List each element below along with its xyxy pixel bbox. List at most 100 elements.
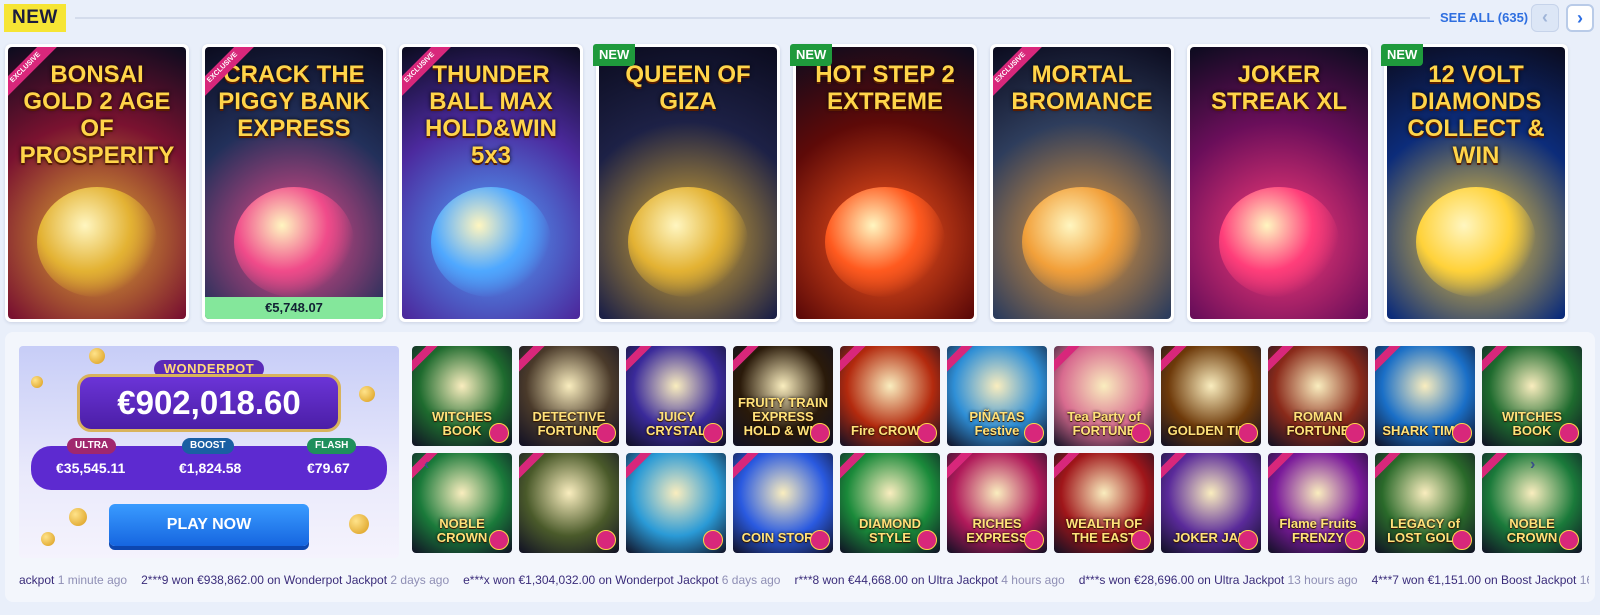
exclusive-ribbon — [1375, 453, 1407, 485]
game-art-icon — [825, 187, 945, 297]
winner-text: e***x won €1,304,032.00 on Wonderpot Jac… — [463, 573, 719, 587]
game-tile[interactable] — [519, 453, 619, 553]
game-thumbnail: HOT STEP 2 EXTREME — [796, 47, 974, 319]
game-card[interactable]: MORTAL BROMANCE EXCLUSIVE — [990, 44, 1174, 322]
section-title: NEW — [4, 4, 66, 32]
exclusive-ribbon — [1482, 453, 1514, 485]
game-title: QUEEN OF GIZA — [625, 61, 751, 115]
exclusive-ribbon — [840, 346, 872, 378]
exclusive-ribbon — [733, 453, 765, 485]
game-art-icon — [431, 187, 551, 297]
bonus-badge-icon — [596, 530, 616, 550]
exclusive-ribbon — [1161, 346, 1193, 378]
header-divider — [75, 17, 1430, 19]
wonderpot-banner[interactable]: WONDERPOT €902,018.60 ULTRA BOOST FLASH … — [19, 346, 399, 558]
game-tile[interactable]: ROMAN FORTUNE — [1268, 346, 1368, 446]
exclusive-ribbon — [947, 346, 979, 378]
game-tile[interactable]: JUICY CRYSTAL — [626, 346, 726, 446]
game-tile[interactable]: SHARK TIME! — [1375, 346, 1475, 446]
bonus-badge-icon — [1559, 530, 1579, 550]
game-thumbnail: THUNDER BALL MAX HOLD&WIN 5x3 EXCLUSIVE — [402, 47, 580, 319]
next-arrow-button[interactable]: › — [1566, 4, 1594, 32]
new-tag: NEW — [790, 44, 833, 66]
game-tile[interactable]: Fire CROWN — [840, 346, 940, 446]
exclusive-ribbon — [1054, 453, 1086, 485]
ticker-entry: ackpot 1 minute ago — [19, 570, 127, 590]
winner-text: d***s won €28,696.00 on Ultra Jackpot — [1078, 573, 1285, 587]
grid-prev-arrow[interactable]: ‹ — [424, 456, 429, 474]
game-tile[interactable] — [626, 453, 726, 553]
win-time: 6 days ago — [721, 573, 781, 587]
game-tile[interactable]: GOLDEN TILL — [1161, 346, 1261, 446]
coin-icon — [349, 514, 369, 534]
winner-text: 2***9 won €938,862.00 on Wonderpot Jackp… — [141, 573, 388, 587]
game-art-icon — [1219, 187, 1339, 297]
winners-ticker: ackpot 1 minute ago 2***9 won €938,862.00… — [19, 570, 1589, 590]
exclusive-ribbon — [1268, 346, 1300, 378]
bonus-badge-icon — [1131, 423, 1151, 443]
game-tile[interactable]: FRUITY TRAIN EXPRESS HOLD & WIN — [733, 346, 833, 446]
exclusive-ribbon — [519, 346, 551, 378]
game-card[interactable]: QUEEN OF GIZA NEW — [593, 44, 780, 322]
game-card[interactable]: BONSAI GOLD 2 AGE OF PROSPERITY EXCLUSIVE — [5, 44, 189, 322]
prev-arrow-button[interactable]: ‹ — [1531, 4, 1559, 32]
jackpot-games-grid: NOBLE CROWN LEGACY of LOST GOLD Flame Frui… — [410, 346, 1595, 558]
game-tile[interactable]: Tea Party of FORTUNE — [1054, 346, 1154, 446]
exclusive-ribbon — [1268, 453, 1300, 485]
game-tile[interactable]: WITCHES BOOK — [1482, 346, 1582, 446]
ticker-entry: e***x won €1,304,032.00 on Wonderpot Jac… — [463, 570, 780, 590]
exclusive-ribbon — [1482, 346, 1514, 378]
bonus-badge-icon — [810, 530, 830, 550]
see-all-link[interactable]: SEE ALL (635) — [1440, 10, 1528, 25]
game-card[interactable]: THUNDER BALL MAX HOLD&WIN 5x3 EXCLUSIVE — [399, 44, 583, 322]
game-tile[interactable]: DETECTIVE FORTUNE — [519, 346, 619, 446]
game-title: MORTAL BROMANCE — [1011, 61, 1153, 115]
game-tile[interactable]: LEGACY of LOST GOLD — [1375, 453, 1475, 553]
ultra-badge: ULTRA — [67, 438, 117, 454]
new-games-carousel: BONSAI GOLD 2 AGE OF PROSPERITY EXCLUSIVE… — [5, 44, 1600, 322]
bonus-badge-icon — [1131, 530, 1151, 550]
bonus-badge-icon — [1452, 423, 1472, 443]
game-tile[interactable]: WITCHES BOOK — [412, 346, 512, 446]
bonus-badge-icon — [489, 423, 509, 443]
game-thumbnail: MORTAL BROMANCE EXCLUSIVE — [993, 47, 1171, 319]
game-card[interactable]: HOT STEP 2 EXTREME NEW — [790, 44, 977, 322]
game-tile[interactable]: PIÑATAS Festive — [947, 346, 1047, 446]
bonus-badge-icon — [1559, 423, 1579, 443]
game-tile[interactable]: COIN STORM — [733, 453, 833, 553]
game-tile[interactable]: RICHES EXPRESS — [947, 453, 1047, 553]
game-card[interactable]: 12 VOLT DIAMONDS COLLECT & WIN NEW — [1381, 44, 1568, 322]
ticker-entry: r***8 won €44,668.00 on Ultra Jackpot 4 … — [794, 570, 1064, 590]
casino-page: NEW SEE ALL (635) ‹ › BONSAI GOLD 2 AGE … — [0, 0, 1600, 615]
game-title: JOKER STREAK XL — [1210, 61, 1347, 115]
bonus-badge-icon — [917, 530, 937, 550]
exclusive-ribbon — [626, 453, 658, 485]
game-art-icon — [37, 187, 157, 297]
chevron-right-icon: › — [1530, 456, 1536, 473]
ticker-entry: 4***7 won €1,151.00 on Boost Jackpot 16 … — [1372, 570, 1589, 590]
coin-icon — [31, 376, 43, 388]
game-tile[interactable]: WEALTH OF THE EAST — [1054, 453, 1154, 553]
play-now-button[interactable]: PLAY NOW — [109, 504, 309, 546]
bonus-badge-icon — [596, 423, 616, 443]
coin-icon — [359, 386, 375, 402]
boost-value: €1,824.58 — [179, 460, 242, 476]
game-tile[interactable]: JOKER JAM — [1161, 453, 1261, 553]
game-tile[interactable]: Flame Fruits FRENZY — [1268, 453, 1368, 553]
coin-icon — [69, 508, 87, 526]
grid-next-arrow[interactable]: › — [1530, 456, 1535, 474]
coin-icon — [41, 532, 55, 546]
game-art-icon — [628, 187, 748, 297]
ticker-entry: d***s won €28,696.00 on Ultra Jackpot 13… — [1079, 570, 1358, 590]
boost-badge: BOOST — [182, 438, 234, 454]
game-title: 12 VOLT DIAMONDS COLLECT & WIN — [1407, 61, 1545, 169]
chevron-left-icon: ‹ — [1542, 7, 1548, 27]
win-time: 1 minute ago — [57, 573, 128, 587]
game-card[interactable]: JOKER STREAK XL — [1187, 44, 1371, 322]
exclusive-ribbon — [1161, 453, 1193, 485]
game-card[interactable]: CRACK THE PIGGY BANK EXPRESS EXCLUSIVE €5,… — [202, 44, 386, 322]
exclusive-ribbon — [412, 346, 444, 378]
game-tile[interactable]: DIAMOND STYLE — [840, 453, 940, 553]
ultra-value: €35,545.11 — [56, 460, 126, 476]
ticker-entry: 2***9 won €938,862.00 on Wonderpot Jackp… — [141, 570, 449, 590]
